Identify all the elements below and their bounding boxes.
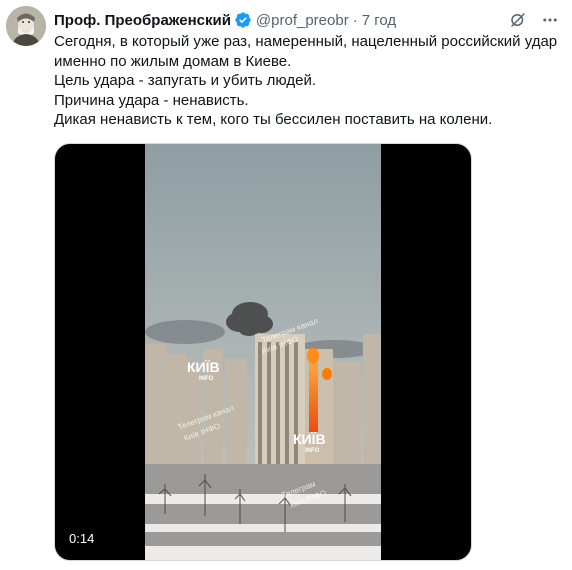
tweet-actions-top [508, 10, 560, 30]
author-display-name[interactable]: Проф. Преображенский [54, 12, 231, 29]
tweet: Проф. Преображенский @prof_preobr · 7 го… [0, 0, 572, 570]
tweet-text-line: Сегодня, в который уже раз, намеренный, … [54, 33, 558, 50]
tweet-time[interactable]: 7 год [362, 12, 396, 29]
video-duration: 0:14 [69, 531, 95, 546]
tweet-text-line: Дикая ненависть к тем, кого ты бессилен … [54, 111, 493, 128]
author-handle[interactable]: @prof_preobr [256, 12, 349, 29]
tweet-text-line: Причина удара - ненависть. [54, 91, 249, 109]
avatar[interactable] [6, 6, 46, 46]
tweet-text-line: Цель удара - запугать и убить людей. [54, 72, 316, 89]
watermark-logo-sub: INFO [305, 448, 320, 454]
separator-dot: · [352, 11, 358, 29]
watermark-logo: КИЇВ [187, 359, 220, 375]
watermark-logo: КИЇВ [293, 431, 326, 447]
verified-badge-icon [234, 11, 252, 29]
video-frame: Телеграм канал Київ ІНФО Телеграм канал … [145, 144, 381, 560]
tweet-text: Сегодня, в который уже раз, намеренный, … [54, 32, 564, 130]
more-icon[interactable] [540, 10, 560, 30]
watermark-logo-sub: INFO [199, 376, 214, 382]
video-player[interactable]: Телеграм канал Київ ІНФО Телеграм канал … [54, 143, 472, 561]
tweet-text-line: именно по жилым домам в Киеве. [54, 52, 292, 70]
grok-icon[interactable] [508, 10, 528, 30]
tweet-header: Проф. Преображенский @prof_preobr · 7 го… [54, 10, 396, 30]
